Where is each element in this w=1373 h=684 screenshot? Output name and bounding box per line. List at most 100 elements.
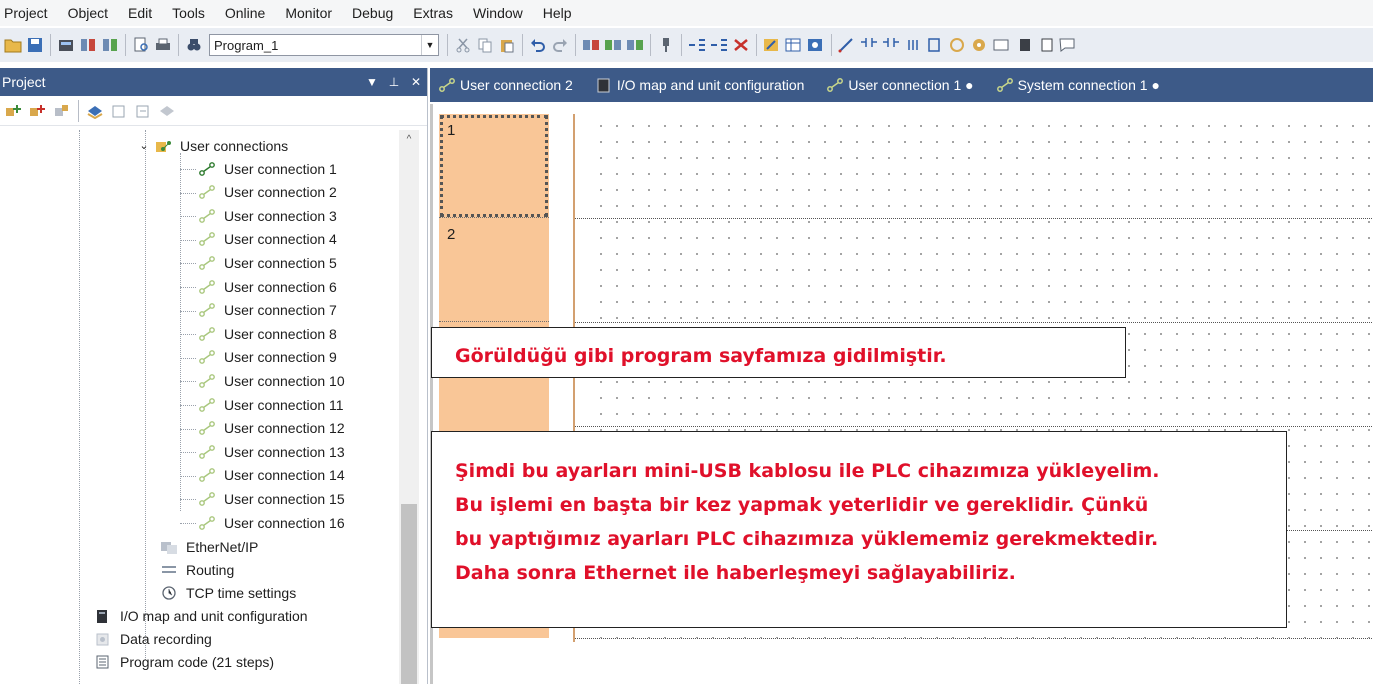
tree-item-user-connection[interactable]: User connection 9 [180,346,337,369]
insert-rung-below-icon[interactable] [710,36,728,54]
tree-item-user-connection[interactable]: User connection 10 [180,369,345,392]
menu-online[interactable]: Online [215,2,275,24]
menu-debug[interactable]: Debug [342,2,403,24]
tree-item-user-connection[interactable]: User connection 11 [180,393,344,416]
project-panel-title: Project [2,74,46,90]
download-icon[interactable] [582,36,600,54]
settings-tool-icon[interactable] [807,36,825,54]
program-select[interactable]: Program_1 ▼ [209,34,439,56]
connection-icon [198,160,216,178]
counter-icon[interactable] [970,36,988,54]
paste-icon[interactable] [498,36,516,54]
tab-user-connection-2[interactable]: User connection 2 [430,68,587,102]
tree-item-user-connection[interactable]: User connection 16 [180,511,345,534]
step-cell[interactable]: 2 [439,218,549,322]
tree-item-label: User connection 14 [224,467,345,484]
tree-item-user-connection[interactable]: User connection 13 [180,440,345,463]
tree-item-routing[interactable]: Routing [160,558,234,581]
chevron-down-icon[interactable]: ⌄ [138,137,150,155]
library-import-icon[interactable] [134,102,152,120]
tree-guide-line [180,287,196,288]
step-cell[interactable]: 1 [439,114,549,218]
properties-icon[interactable] [53,102,71,120]
tree-item-user-connection[interactable]: User connection 1 [180,157,337,180]
print-preview-icon[interactable] [132,36,150,54]
tree-item-data-recording[interactable]: Data recording [94,627,212,650]
tree-item-user-connection[interactable]: User connection 7 [180,299,337,322]
tree-guide-line [180,310,196,312]
menu-monitor[interactable]: Monitor [275,2,342,24]
tree-item-label: I/O map and unit configuration [120,607,308,624]
tab-system-connection-1[interactable]: System connection 1 ● [988,68,1174,102]
network-icon[interactable] [101,36,119,54]
tree-item-user-connection[interactable]: User connection 2 [180,181,337,204]
menu-extras[interactable]: Extras [403,2,463,24]
insert-rung-above-icon[interactable] [688,36,706,54]
open-folder-icon[interactable] [4,36,22,54]
verify-icon[interactable] [626,36,644,54]
menu-edit[interactable]: Edit [118,2,162,24]
tab-user-connection-1[interactable]: User connection 1 ● [818,68,987,102]
undo-icon[interactable] [529,36,547,54]
layers-icon[interactable] [86,102,104,120]
stack-icon[interactable] [158,102,176,120]
add-object-icon[interactable] [5,102,23,120]
save-icon[interactable] [26,36,44,54]
tree-item-user-connection[interactable]: User connection 8 [180,322,337,345]
print-icon[interactable] [154,36,172,54]
compare-icon[interactable] [79,36,97,54]
tree-item-user-connection[interactable]: User connection 3 [180,204,337,227]
delete-rung-icon[interactable] [732,36,750,54]
timer-icon[interactable] [948,36,966,54]
close-icon[interactable]: ✕ [405,75,427,89]
reset-output-icon[interactable] [1036,36,1054,54]
tab-label: System connection 1 ● [1017,77,1160,93]
contact-no-icon[interactable] [860,36,878,54]
tree-item-user-connection[interactable]: User connection 14 [180,464,345,487]
add-program-icon[interactable] [29,102,47,120]
copy-icon[interactable] [476,36,494,54]
tree-item-label: User connection 1 [224,160,337,177]
function-block-icon[interactable] [926,36,944,54]
output-icon[interactable] [1014,36,1032,54]
menu-project[interactable]: Project [0,2,58,24]
pin-icon[interactable]: ⊥ [383,75,405,89]
io-table-icon[interactable] [785,36,803,54]
cut-icon[interactable] [454,36,472,54]
tree-item-user-connection[interactable]: User connection 5 [180,251,337,274]
contact-nc-icon[interactable] [882,36,900,54]
scroll-up-icon[interactable]: ^ [399,134,419,145]
plc-device-icon[interactable] [57,36,75,54]
coil-icon[interactable] [904,36,922,54]
tree-item-user-connection[interactable]: User connection 15 [180,487,345,510]
library-icon[interactable] [110,102,128,120]
variable-icon[interactable] [992,36,1010,54]
panel-dropdown-icon[interactable]: ▼ [361,75,383,89]
find-icon[interactable] [185,36,203,54]
tree-item-ethernet-ip[interactable]: EtherNet/IP [160,535,258,558]
upload-icon[interactable] [604,36,622,54]
menu-object[interactable]: Object [58,2,118,24]
menu-help[interactable]: Help [533,2,582,24]
chevron-down-icon[interactable]: ▼ [421,35,438,55]
draw-line-icon[interactable] [838,36,856,54]
comment-icon[interactable] [1058,36,1076,54]
tree-scrollbar[interactable]: ^ [399,130,419,684]
tree-item-tcp-time[interactable]: TCP time settings [160,581,296,604]
tree-item-io-map[interactable]: I/O map and unit configuration [94,604,308,627]
menu-window[interactable]: Window [463,2,533,24]
tree-item-user-connections[interactable]: ⌄ User connections [138,134,288,157]
tree-item-label: User connection 5 [224,254,337,271]
plug-icon[interactable] [657,36,675,54]
menu-tools[interactable]: Tools [162,2,215,24]
tree-item-program-code[interactable]: Program code (21 steps) [94,650,274,673]
redo-icon[interactable] [551,36,569,54]
connection-icon [198,348,216,366]
edit-program-icon[interactable] [763,36,781,54]
data-recording-icon [94,630,112,648]
tree-item-user-connection[interactable]: User connection 12 [180,417,345,440]
tree-item-user-connection[interactable]: User connection 4 [180,228,337,251]
tab-io-map[interactable]: I/O map and unit configuration [587,68,819,102]
tree-item-user-connection[interactable]: User connection 6 [180,275,337,298]
scroll-thumb[interactable] [401,504,417,684]
